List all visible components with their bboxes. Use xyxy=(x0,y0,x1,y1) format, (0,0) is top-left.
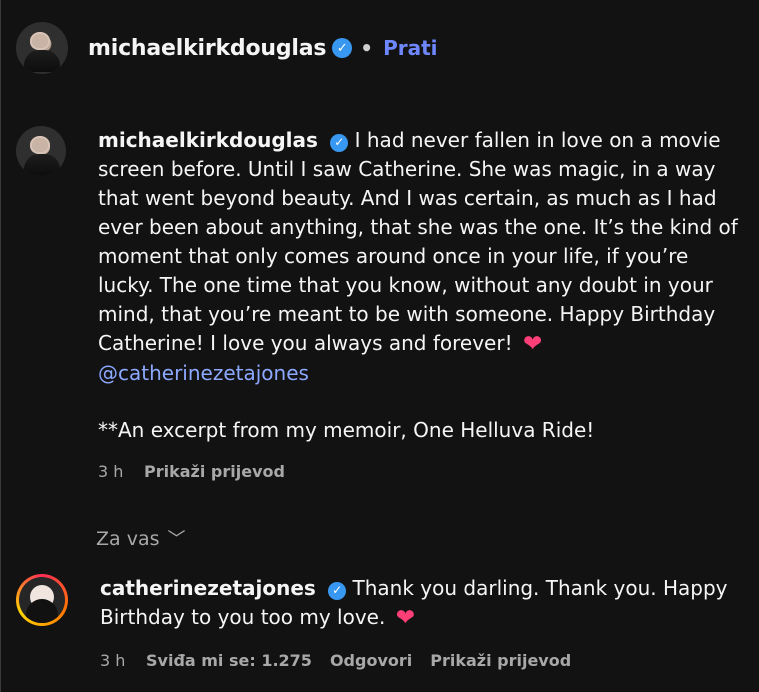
mention-link[interactable]: @catherinezetajones xyxy=(98,359,744,388)
comment-avatar[interactable] xyxy=(16,574,68,626)
translate-button[interactable]: Prikaži prijevod xyxy=(430,646,571,675)
likes-count[interactable]: Sviđa mi se: 1.275 xyxy=(146,646,312,675)
post-caption: michaelkirkdouglas ✓ I had never fallen … xyxy=(98,126,744,486)
comment-filter[interactable]: Za vas ﹀ xyxy=(96,526,186,552)
left-frame-line xyxy=(0,0,1,692)
comment-meta: 3 h Sviđa mi se: 1.275 Odgovori Prikaži … xyxy=(100,646,744,675)
avatar[interactable] xyxy=(16,22,68,74)
post-author-avatar[interactable] xyxy=(16,126,66,176)
translate-button[interactable]: Prikaži prijevod xyxy=(144,457,285,486)
reply-button[interactable]: Odgovori xyxy=(330,646,412,675)
post-meta: 3 h Prikaži prijevod xyxy=(98,457,744,486)
chevron-down-icon: ﹀ xyxy=(167,529,186,550)
avatar-image xyxy=(19,577,65,623)
comment-item: catherinezetajones ✓ Thank you darling. … xyxy=(16,574,744,675)
post-caption-block: michaelkirkdouglas ✓ I had never fallen … xyxy=(16,126,744,486)
post-username[interactable]: michaelkirkdouglas xyxy=(98,128,318,152)
comment-username[interactable]: catherinezetajones xyxy=(100,576,316,600)
post-time: 3 h xyxy=(98,462,124,481)
caption-text: I had never fallen in love on a movie sc… xyxy=(98,128,738,355)
heart-icon: ❤ xyxy=(395,605,415,631)
post-header: michaelkirkdouglas ✓ • Prati xyxy=(16,20,736,76)
header-separator: • xyxy=(360,36,374,60)
caption-excerpt: **An excerpt from my memoir, One Helluva… xyxy=(98,418,595,442)
filter-label: Za vas xyxy=(96,528,160,550)
comment-time: 3 h xyxy=(100,651,126,670)
header-username[interactable]: michaelkirkdouglas xyxy=(88,36,326,61)
verified-badge-icon: ✓ xyxy=(328,581,347,600)
heart-icon: ❤ xyxy=(522,331,543,357)
follow-button[interactable]: Prati xyxy=(383,36,437,60)
verified-badge-icon: ✓ xyxy=(330,133,349,152)
comment-content: catherinezetajones ✓ Thank you darling. … xyxy=(100,574,744,675)
verified-badge-icon: ✓ xyxy=(332,38,353,58)
